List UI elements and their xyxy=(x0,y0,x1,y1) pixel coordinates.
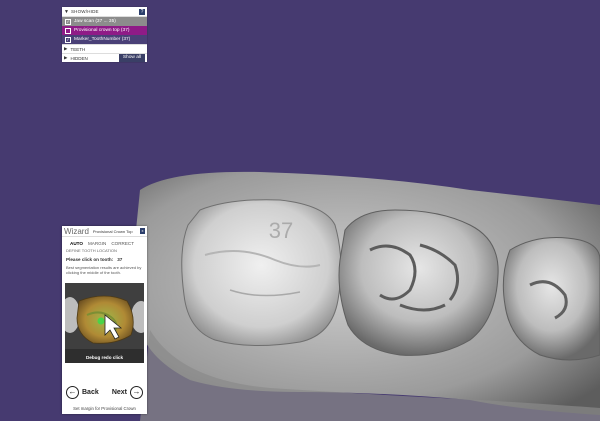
info-text: Best segmentation results are achieved b… xyxy=(66,265,142,275)
show-hide-header[interactable]: ▼ SHOW/HIDE ? xyxy=(62,7,147,17)
tooth-36 xyxy=(338,209,499,356)
wizard-panel: Wizard Provisional Crown Top x AUTO MARG… xyxy=(62,226,147,414)
next-button[interactable]: Next → xyxy=(112,384,143,400)
tooth-preview-image: Debug redo click xyxy=(65,283,144,363)
tooth-37 xyxy=(181,199,342,347)
click-tooth-number: 37 xyxy=(117,257,123,262)
click-prompt-text: Please click on tooth: xyxy=(66,257,114,262)
teeth-section[interactable]: ▶ TEETH xyxy=(62,44,147,53)
layer-label: Provisional crown top (37) xyxy=(74,28,130,33)
layer-label: Jaw scan (37 ... 35) xyxy=(74,19,116,24)
hidden-section[interactable]: ▶ HIDDEN Show all xyxy=(62,53,147,62)
layer-item-marker[interactable]: ✓ Marker_ToothNumber (37) xyxy=(62,35,147,44)
wizard-nav: ← Back Next → xyxy=(62,384,147,400)
tooth-number-marker: 37 xyxy=(269,218,293,243)
show-hide-title: SHOW/HIDE xyxy=(70,9,99,14)
wizard-title: Wizard xyxy=(64,226,89,236)
help-icon[interactable]: ? xyxy=(139,8,145,15)
wizard-subtitle: Provisional Crown Top xyxy=(92,228,133,234)
click-prompt: Please click on tooth: 37 xyxy=(62,254,147,264)
show-all-button[interactable]: Show all xyxy=(118,54,145,62)
chevron-right-icon: ▶ xyxy=(64,46,68,51)
hidden-label: HIDDEN xyxy=(70,55,88,61)
layer-label: Marker_ToothNumber (37) xyxy=(74,37,131,42)
chevron-down-icon: ▼ xyxy=(64,8,69,15)
chevron-right-icon: ▶ xyxy=(64,55,68,60)
preview-caption: Debug redo click xyxy=(86,355,123,360)
wizard-tabs: AUTO MARGIN CORRECT xyxy=(62,237,147,247)
tab-auto[interactable]: AUTO xyxy=(70,241,83,246)
layer-item-provisional-crown[interactable]: Provisional crown top (37) xyxy=(62,26,147,35)
teeth-label: TEETH xyxy=(70,46,86,52)
checkbox-checked-icon[interactable]: ✓ xyxy=(65,36,71,43)
checkbox-unchecked-icon[interactable] xyxy=(65,27,71,34)
layer-item-jaw-scan[interactable]: ✓ Jaw scan (37 ... 35) xyxy=(62,17,147,26)
wizard-footer: Set margin for Provisional Crown xyxy=(73,406,136,411)
close-icon[interactable]: x xyxy=(140,228,145,234)
back-button[interactable]: ← Back xyxy=(66,384,99,400)
arrow-right-icon: → xyxy=(130,385,143,399)
tab-correct[interactable]: CORRECT xyxy=(111,241,134,246)
define-tooth-location-label: DEFINE TOOTH LOCATION xyxy=(66,248,117,253)
checkbox-checked-icon[interactable]: ✓ xyxy=(65,18,71,25)
arrow-left-icon: ← xyxy=(66,385,79,399)
next-label: Next xyxy=(111,388,127,396)
wizard-header: Wizard Provisional Crown Top x xyxy=(62,226,147,237)
tab-margin[interactable]: MARGIN xyxy=(88,241,106,246)
show-hide-panel: ▼ SHOW/HIDE ? ✓ Jaw scan (37 ... 35) Pro… xyxy=(62,7,147,62)
back-label: Back xyxy=(82,388,99,396)
